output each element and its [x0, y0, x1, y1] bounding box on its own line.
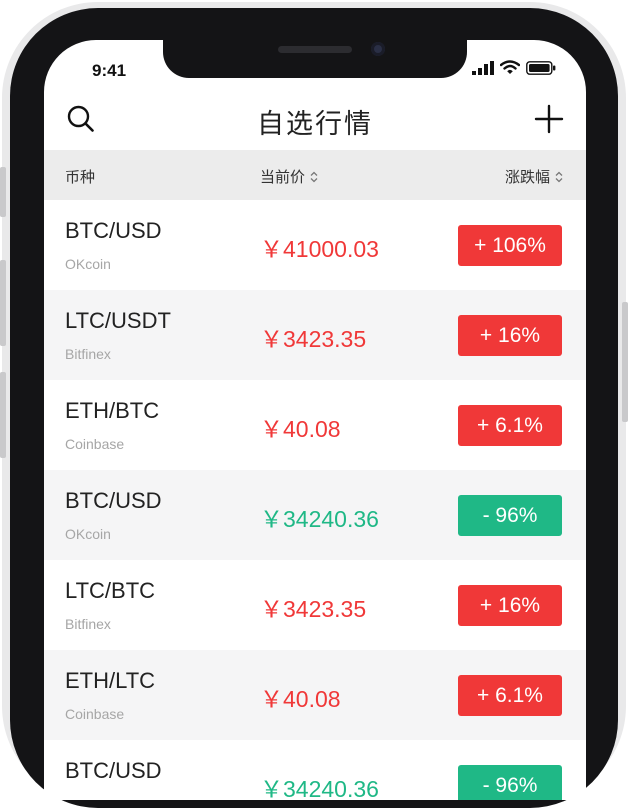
change-badge: - 96% [458, 765, 562, 800]
table-header: 币种 当前价 涨跌幅 [44, 150, 586, 200]
pair-label: BTC/USD [65, 488, 162, 513]
wifi-icon [500, 60, 520, 74]
notch [163, 40, 467, 78]
exchange-label: Coinbase [65, 706, 125, 722]
add-icon[interactable] [534, 104, 564, 134]
pair-label: LTC/BTC [65, 578, 156, 603]
list-item[interactable]: ETH/BTC Coinbase ￥40.08 + 6.1% [44, 380, 586, 470]
phone-volume-down-button [0, 372, 6, 458]
speaker-grille [278, 46, 352, 53]
price-column-label: 当前价 [260, 169, 306, 186]
list-item[interactable]: ETH/LTC Coinbase ￥40.08 + 6.1% [44, 650, 586, 740]
list-item[interactable]: LTC/BTC Bitfinex ￥3423.35 + 16% [44, 560, 586, 650]
phone-volume-up-button [0, 260, 6, 346]
price-value: ￥40.08 [260, 686, 341, 712]
change-sort-header[interactable]: 涨跌幅 [505, 166, 564, 187]
change-column-label: 涨跌幅 [504, 169, 550, 186]
price-value: ￥41000.03 [260, 236, 379, 262]
exchange-label: OKcoin [65, 256, 111, 272]
change-badge: + 16% [458, 315, 562, 356]
front-camera [371, 42, 385, 56]
exchange-label: Bitfinex [65, 346, 111, 362]
app-screen: 9:41 自选行情 币种 当前价 涨跌幅 BTC/USD OKcoin ￥410… [44, 40, 586, 800]
price-value: ￥40.08 [260, 416, 341, 442]
change-badge: + 6.1% [458, 675, 562, 716]
market-list: BTC/USD OKcoin ￥41000.03 + 106% LTC/USDT… [44, 200, 586, 800]
phone-power-button [622, 302, 628, 422]
change-badge: + 106% [458, 225, 562, 266]
pair-label: ETH/BTC [65, 398, 160, 423]
phone-side-button [0, 167, 6, 217]
list-item[interactable]: BTC/USD OKcoin ￥41000.03 + 106% [44, 200, 586, 290]
change-badge: - 96% [458, 495, 562, 536]
coin-column-header: 币种 [65, 169, 96, 186]
exchange-label: OKcoin [65, 526, 111, 542]
exchange-label: Coinbase [65, 436, 125, 452]
list-item[interactable]: LTC/USDT Bitfinex ￥3423.35 + 16% [44, 290, 586, 380]
page-title: 自选行情 [257, 109, 373, 139]
price-value: ￥34240.36 [260, 776, 379, 800]
status-time: 9:41 [92, 61, 127, 80]
sort-icon [310, 171, 318, 182]
price-sort-header[interactable]: 当前价 [260, 166, 319, 187]
cellular-signal-icon [472, 60, 494, 75]
status-icons [472, 60, 556, 75]
pair-label: ETH/LTC [65, 668, 156, 693]
price-value: ￥3423.35 [260, 326, 367, 352]
pair-label: LTC/USDT [65, 308, 171, 333]
battery-icon [526, 60, 556, 75]
sort-icon [555, 171, 563, 182]
exchange-label: Bitfinex [65, 616, 111, 632]
list-item[interactable]: BTC/USD OKcoin ￥34240.36 - 96% [44, 470, 586, 560]
price-value: ￥3423.35 [260, 596, 367, 622]
change-badge: + 6.1% [458, 405, 562, 446]
pair-label: BTC/USD [65, 218, 162, 243]
change-badge: + 16% [458, 585, 562, 626]
price-value: ￥34240.36 [260, 506, 379, 532]
pair-label: BTC/USD [65, 758, 162, 783]
list-item[interactable]: BTC/USD ￥34240.36 - 96% [44, 740, 586, 800]
